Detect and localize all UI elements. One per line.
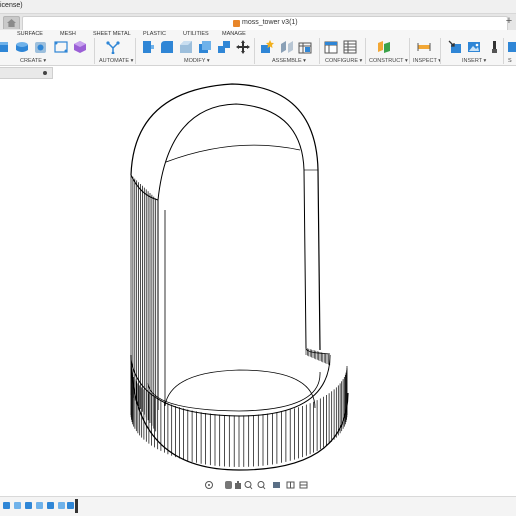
create-menu[interactable]: CREATE ▾	[20, 58, 46, 64]
moss-tower-model	[130, 83, 349, 471]
automate-icon[interactable]	[106, 40, 120, 54]
base-bottom-edge	[130, 354, 349, 471]
viewports-icon[interactable]	[299, 481, 308, 489]
configure-table-icon[interactable]	[324, 40, 338, 54]
navigation-bar	[205, 481, 308, 490]
insert-image-icon[interactable]	[467, 40, 481, 54]
new-assembly-icon[interactable]	[260, 40, 274, 54]
insert-mcmaster-icon[interactable]	[487, 40, 501, 54]
separator	[94, 38, 95, 64]
display-settings-icon[interactable]	[273, 482, 280, 488]
arch-inner-edge	[157, 103, 307, 349]
zoom-icon[interactable]	[257, 481, 266, 490]
timeline	[0, 496, 516, 516]
select-icon[interactable]	[508, 40, 516, 54]
modify-menu[interactable]: MODIFY ▾	[184, 58, 210, 64]
new-tab-button[interactable]: +	[502, 15, 516, 29]
configure-rules-icon[interactable]	[343, 40, 357, 54]
timeline-marker[interactable]	[75, 499, 78, 513]
form-icon[interactable]	[73, 40, 87, 54]
timeline-item[interactable]	[25, 502, 32, 509]
separator	[440, 38, 441, 64]
fusion-app-window: icense) moss_tower v3(1) + SURFACE MESH …	[0, 0, 516, 516]
separator	[503, 38, 504, 64]
separator	[135, 38, 136, 64]
fluted-outer-wall	[130, 175, 348, 467]
document-icon	[233, 20, 240, 27]
hand-icon[interactable]	[235, 481, 241, 489]
right-wall-step	[305, 347, 331, 355]
document-tab-bar: moss_tower v3(1) +	[0, 14, 516, 30]
configure-menu[interactable]: CONFIGURE ▾	[325, 58, 362, 64]
construct-menu[interactable]: CONSTRUCT ▾	[369, 58, 408, 64]
3d-viewport[interactable]	[0, 66, 516, 478]
revolve-icon[interactable]	[34, 40, 48, 54]
offset-plane-icon[interactable]	[377, 40, 391, 54]
select-menu[interactable]: S	[508, 58, 512, 64]
chamfer-icon[interactable]	[179, 40, 193, 54]
tab-manage[interactable]: MANAGE	[222, 31, 246, 37]
joint-icon[interactable]	[280, 40, 294, 54]
new-component-icon[interactable]	[0, 40, 14, 54]
automate-menu[interactable]: AUTOMATE ▾	[99, 58, 133, 64]
arch-inner-back	[165, 144, 301, 163]
timeline-item[interactable]	[14, 502, 21, 509]
grid-settings-icon[interactable]	[286, 481, 295, 489]
tab-plastic[interactable]: PLASTIC	[143, 31, 166, 37]
timeline-item[interactable]	[36, 502, 43, 509]
ribbon-toolbar: SURFACE MESH SHEET METAL PLASTIC UTILITI…	[0, 30, 516, 66]
tab-sheet-metal[interactable]: SHEET METAL	[93, 31, 131, 37]
extrude-icon[interactable]	[15, 40, 29, 54]
tab-moss-tower[interactable]: moss_tower v3(1)	[22, 16, 508, 30]
floor-back-edge	[164, 369, 316, 409]
timeline-item[interactable]	[47, 502, 54, 509]
combine-icon[interactable]	[217, 40, 231, 54]
tab-surface[interactable]: SURFACE	[17, 31, 43, 37]
timeline-item[interactable]	[3, 502, 10, 509]
fillet-icon[interactable]	[160, 40, 174, 54]
home-icon	[7, 19, 16, 27]
separator	[254, 38, 255, 64]
timeline-item[interactable]	[58, 502, 65, 509]
home-tab[interactable]	[3, 16, 20, 29]
tab-utilities[interactable]: UTILITIES	[183, 31, 209, 37]
orbit-icon[interactable]	[205, 481, 213, 489]
move-icon[interactable]	[236, 40, 250, 54]
timeline-item[interactable]	[67, 502, 74, 509]
insert-derive-icon[interactable]	[448, 40, 462, 54]
pan-icon[interactable]	[225, 481, 232, 489]
title-bar: icense)	[0, 0, 516, 14]
measure-icon[interactable]	[417, 40, 431, 54]
separator	[319, 38, 320, 64]
insert-menu[interactable]: INSERT ▾	[462, 58, 486, 64]
base-floor-edge	[147, 371, 321, 412]
arch-outer-edge	[130, 83, 321, 351]
separator	[365, 38, 366, 64]
zoom-window-icon[interactable]	[244, 481, 253, 490]
document-title: moss_tower v3(1)	[242, 19, 298, 26]
shell-icon[interactable]	[198, 40, 212, 54]
tab-mesh[interactable]: MESH	[60, 31, 76, 37]
assemble-menu[interactable]: ASSEMBLE ▾	[272, 58, 306, 64]
press-pull-icon[interactable]	[141, 40, 155, 54]
separator	[409, 38, 410, 64]
as-built-joint-icon[interactable]	[298, 40, 312, 54]
window-title: icense)	[0, 2, 23, 9]
inspect-menu[interactable]: INSPECT ▾	[413, 58, 441, 64]
sketch-icon[interactable]	[54, 40, 68, 54]
